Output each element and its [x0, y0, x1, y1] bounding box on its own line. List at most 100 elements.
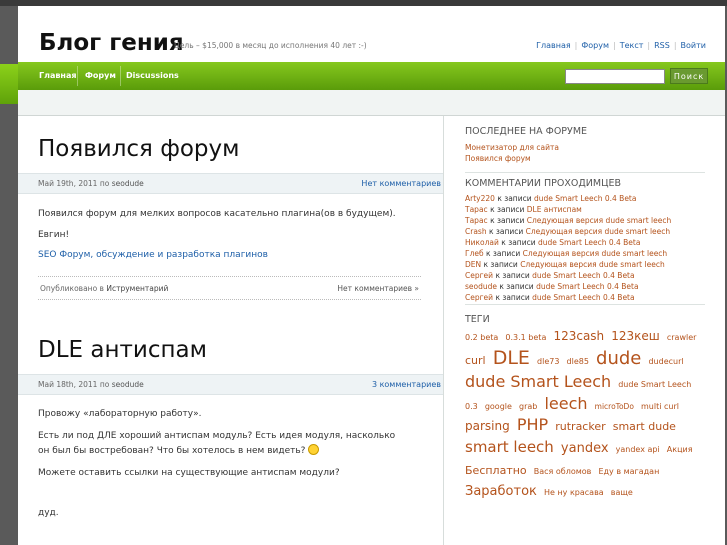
comment-author-link[interactable]: Сергей — [465, 293, 493, 302]
comment-connector: к записи — [497, 194, 532, 203]
tag-link[interactable]: rutracker — [555, 420, 605, 433]
tag-link[interactable]: 123cash — [553, 329, 604, 343]
post-paragraph: дуд. — [38, 508, 59, 518]
comment-author-link[interactable]: Arty220 — [465, 194, 495, 203]
left-green-accent — [0, 64, 18, 104]
top-nav-forum[interactable]: Форум — [581, 41, 609, 50]
tag-link[interactable]: Еду в магадан — [598, 467, 659, 476]
tag-link[interactable]: yandex — [561, 441, 609, 456]
comment-author-link[interactable]: Тарас — [465, 216, 488, 225]
top-nav-home[interactable]: Главная — [536, 41, 571, 50]
comment-post-link[interactable]: dude Smart Leech 0.4 Beta — [532, 271, 635, 280]
comment-author-link[interactable]: DEN — [465, 260, 481, 269]
post-date: Май 18th, 2011 по seodude — [38, 380, 144, 389]
main-content: Появился форум Май 19th, 2011 по seodude… — [18, 116, 443, 545]
tag-link[interactable]: curl — [465, 354, 486, 367]
comment-post-link[interactable]: Следующая версия dude smart leech — [520, 260, 665, 269]
tag-link[interactable]: dudecurl — [648, 357, 683, 366]
tag-link[interactable]: parsing — [465, 419, 510, 433]
comment-post-link[interactable]: dude Smart Leech 0.4 Beta — [536, 282, 639, 291]
forum-link[interactable]: Монетизатор для сайта — [465, 143, 559, 152]
post-title[interactable]: Появился форум — [38, 136, 240, 162]
post-paragraph: он был бы востребован? Что бы хотелось в… — [38, 444, 320, 459]
forum-widget-heading: ПОСЛЕДНЕЕ НА ФОРУМЕ — [465, 126, 588, 137]
comment-connector: к записи — [488, 227, 524, 236]
tag-link[interactable]: 0.3.1 beta — [505, 333, 546, 342]
tag-link[interactable]: Не ну красава — [544, 488, 604, 497]
comment-row: Сергей к записи dude Smart Leech 0.4 Bet… — [465, 271, 635, 280]
comment-row: Николай к записи dude Smart Leech 0.4 Be… — [465, 238, 640, 247]
site-title[interactable]: Блог гения — [39, 30, 184, 56]
tag-link[interactable]: microToDo — [595, 402, 634, 411]
search-button[interactable]: Поиск — [670, 68, 708, 84]
comment-row: seodude к записи dude Smart Leech 0.4 Be… — [465, 282, 639, 291]
post-paragraph: Можете оставить ссылки на существующие а… — [38, 468, 340, 478]
comment-post-link[interactable]: dude Smart Leech 0.4 Beta — [538, 238, 641, 247]
comment-author-link[interactable]: seodude — [465, 282, 497, 291]
post-paragraph: Провожу «лабораторную работу». — [38, 409, 202, 419]
top-nav-rss[interactable]: RSS — [654, 41, 670, 50]
top-nav-login[interactable]: Войти — [681, 41, 706, 50]
tag-link[interactable]: Бесплатно — [465, 464, 527, 477]
sidebar: ПОСЛЕДНЕЕ НА ФОРУМЕ Монетизатор для сайт… — [443, 116, 725, 545]
tag-link[interactable]: PHP — [517, 415, 548, 434]
comment-author-link[interactable]: Сергей — [465, 271, 493, 280]
comment-connector: к записи — [490, 216, 525, 225]
tag-link[interactable]: smart leech — [465, 438, 554, 456]
tag-link[interactable]: 0.2 beta — [465, 333, 498, 342]
comments-widget-heading: КОММЕНТАРИИ ПРОХОДИМЦЕВ — [465, 178, 621, 189]
nav-divider — [77, 66, 78, 86]
post-footer-comments-link[interactable]: Нет комментариев » — [337, 284, 419, 293]
comment-author-link[interactable]: Глеб — [465, 249, 484, 258]
comment-post-link[interactable]: Следующая версия dude smart leech — [526, 227, 671, 236]
tag-link[interactable]: smart dude — [613, 420, 676, 433]
tag-link[interactable]: 123кеш — [611, 329, 660, 343]
tag-link[interactable]: dle73 — [537, 357, 559, 366]
forum-link[interactable]: Появился форум — [465, 154, 531, 163]
comment-connector: к записи — [483, 260, 518, 269]
post-comments-link[interactable]: Нет комментариев — [361, 179, 441, 188]
nav-item-home[interactable]: Главная — [39, 71, 76, 80]
tag-link[interactable]: multi curl — [641, 402, 679, 411]
tag-link[interactable]: DLE — [493, 347, 530, 369]
tag-link[interactable]: dude — [596, 348, 641, 369]
post-category: Опубликовано в Иструментарий — [40, 284, 169, 293]
post-author-link[interactable]: seodude — [112, 380, 144, 389]
category-link[interactable]: Иструментарий — [106, 284, 168, 293]
post-author-link[interactable]: seodude — [112, 179, 144, 188]
comment-author-link[interactable]: Crash — [465, 227, 487, 236]
post-date: Май 19th, 2011 по seodude — [38, 179, 144, 188]
tag-link[interactable]: Вася обломов — [534, 467, 592, 476]
left-background-strip — [0, 6, 18, 545]
tag-link[interactable]: yandex api — [616, 445, 660, 454]
tag-link[interactable]: crawler — [667, 333, 697, 342]
post-meta: Май 19th, 2011 по seodude Нет комментари… — [18, 173, 443, 194]
tag-link[interactable]: ваще — [611, 488, 633, 497]
comment-post-link[interactable]: Следующая версия dude smart leech — [527, 216, 672, 225]
comment-post-link[interactable]: DLE антиспам — [527, 205, 582, 214]
comment-author-link[interactable]: Николай — [465, 238, 499, 247]
tag-link[interactable]: Заработок — [465, 484, 537, 499]
comment-author-link[interactable]: Тарас — [465, 205, 488, 214]
main-nav-bar: Главная Форум Discussions Поиск — [18, 62, 725, 90]
comment-post-link[interactable]: dude Smart Leech 0.4 Beta — [534, 194, 637, 203]
comment-row: Тарас к записи DLE антиспам — [465, 205, 582, 214]
comment-post-link[interactable]: dude Smart Leech 0.4 Beta — [532, 293, 635, 302]
comment-post-link[interactable]: Следующая версия dude smart leech — [523, 249, 668, 258]
post-title[interactable]: DLE антиспам — [38, 337, 207, 363]
top-nav-text[interactable]: Текст — [620, 41, 644, 50]
tag-link[interactable]: google — [485, 402, 512, 411]
tag-link[interactable]: dude Smart Leech — [465, 372, 611, 391]
nav-divider — [120, 66, 121, 86]
search-input[interactable] — [565, 69, 665, 84]
post-comments-link[interactable]: 3 комментариев — [372, 380, 441, 389]
post-footer: Опубликовано в Иструментарий Нет коммент… — [38, 276, 421, 300]
post-link-seo-forum[interactable]: SEO Форум, обсуждение и разработка плаги… — [38, 250, 268, 260]
nav-item-discussions[interactable]: Discussions — [126, 71, 179, 80]
nav-item-forum[interactable]: Форум — [85, 71, 116, 80]
tag-link[interactable]: grab — [519, 402, 537, 411]
tag-link[interactable]: leech — [544, 394, 587, 413]
comment-connector: к записи — [501, 238, 536, 247]
tag-link[interactable]: dle85 — [567, 357, 589, 366]
tag-link[interactable]: Акция — [667, 445, 693, 454]
